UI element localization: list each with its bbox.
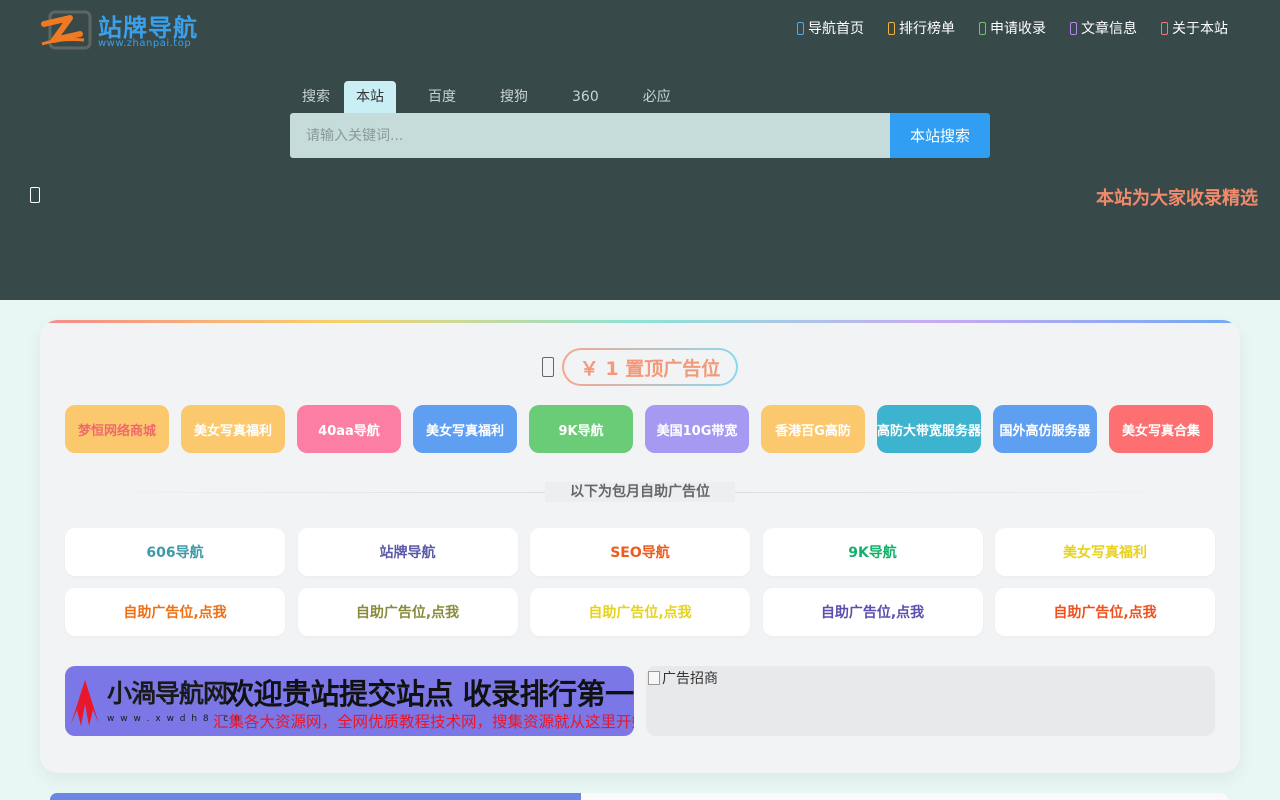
search-tab-0[interactable]: 本站 xyxy=(344,81,396,113)
nav-item-label: 排行榜单 xyxy=(899,21,955,37)
monthly-ad-link[interactable]: SEO导航 xyxy=(530,528,750,576)
monthly-ad-link[interactable]: 美女写真福利 xyxy=(995,528,1215,576)
monthly-ads-title: 以下为包月自助广告位 xyxy=(545,482,735,502)
search-label: 搜索 xyxy=(302,89,330,105)
broken-image-icon xyxy=(648,671,660,685)
nav-item-1[interactable]: 排行榜单 xyxy=(888,18,955,38)
article-icon xyxy=(1070,21,1077,35)
edit-icon xyxy=(979,21,986,35)
search-button[interactable]: 本站搜索 xyxy=(890,113,990,158)
header: 站牌导航 www.zhanpai.top 导航首页 排行榜单 申请收录 文章信息 关于本… xyxy=(0,0,1280,300)
info-icon xyxy=(1161,21,1168,35)
monthly-ad-link[interactable]: 自助广告位,点我 xyxy=(762,588,983,636)
top-ad-tag[interactable]: 美女写真福利 xyxy=(413,405,517,453)
monthly-ad-grid: 606导航 站牌导航 SEO导航 9K导航 美女写真福利 自助广告位,点我 自助广告位,点我… xyxy=(65,528,1215,636)
logo-mark-icon xyxy=(41,10,92,50)
banner-ad-left[interactable]: 小渦导航网 w w w . x w d h 8 . c n 欢迎贵站提交站点 收… xyxy=(65,666,634,736)
nav-item-4[interactable]: 关于本站 xyxy=(1161,18,1228,38)
pinned-ad-button[interactable]: ￥ 1 置顶广告位 xyxy=(562,348,738,386)
search-tab-4[interactable]: 必应 xyxy=(631,81,683,113)
top-ad-tag[interactable]: 美女写真合集 xyxy=(1109,405,1213,453)
nav-item-2[interactable]: 申请收录 xyxy=(979,18,1046,38)
monthly-ad-link[interactable]: 站牌导航 xyxy=(297,528,518,576)
next-section-card xyxy=(50,793,581,800)
nav-item-label: 导航首页 xyxy=(808,21,864,37)
top-ad-tag[interactable]: 国外高仿服务器 xyxy=(993,405,1097,453)
monthly-ad-link[interactable]: 9K导航 xyxy=(762,528,983,576)
top-ad-tag[interactable]: 9K导航 xyxy=(529,405,633,453)
search-tab-3[interactable]: 360 xyxy=(560,81,611,113)
ad-panel: ￥ 1 置顶广告位 梦恒网络商城 美女写真福利 40aa导航 美女写真福利 9K导航 美国… xyxy=(40,320,1240,773)
search-tab-1[interactable]: 百度 xyxy=(416,81,468,113)
search-tabs: 搜索 本站 百度 搜狗 360 必应 xyxy=(290,81,703,113)
panel-accent-line xyxy=(40,320,1240,323)
top-ad-tags: 梦恒网络商城 美女写真福利 40aa导航 美女写真福利 9K导航 美国10G带宽 香港百G高… xyxy=(65,405,1215,453)
site-logo[interactable]: 站牌导航 www.zhanpai.top xyxy=(40,8,210,54)
broken-image-alt: 广告招商 xyxy=(662,671,718,687)
pinned-ad-header: ￥ 1 置顶广告位 xyxy=(40,348,1240,386)
nav-item-3[interactable]: 文章信息 xyxy=(1070,18,1137,38)
top-nav: 导航首页 排行榜单 申请收录 文章信息 关于本站 xyxy=(797,18,1228,38)
nav-item-0[interactable]: 导航首页 xyxy=(797,18,864,38)
banner-headline: 欢迎贵站提交站点 收录排行第一名 xyxy=(225,677,634,711)
monthly-ad-link[interactable]: 自助广告位,点我 xyxy=(995,588,1215,636)
nav-item-label: 文章信息 xyxy=(1081,21,1137,37)
monthly-ad-link[interactable]: 自助广告位,点我 xyxy=(530,588,750,636)
bell-icon xyxy=(30,187,40,203)
banner-subline: 汇集各大资源网，全网优质教程技术网，搜集资源就从这里开始 xyxy=(213,713,634,731)
top-ad-tag[interactable]: 40aa导航 xyxy=(297,405,401,453)
banner-ad-right[interactable]: 广告招商 xyxy=(646,666,1215,736)
next-section-card xyxy=(581,793,876,800)
search-tab-2[interactable]: 搜狗 xyxy=(488,81,540,113)
top-ad-tag[interactable]: 香港百G高防 xyxy=(761,405,865,453)
notice-marquee: 本站为大家收录精选 xyxy=(1096,188,1258,209)
nav-item-label: 关于本站 xyxy=(1172,21,1228,37)
trophy-icon xyxy=(888,21,895,35)
banner-brand: 小渦导航网 xyxy=(107,679,228,708)
monthly-ad-link[interactable]: 自助广告位,点我 xyxy=(297,588,518,636)
search-box: 本站搜索 xyxy=(290,113,990,158)
home-icon xyxy=(797,21,804,35)
search-engine-tabs: 本站 百度 搜狗 360 必应 xyxy=(344,81,703,113)
top-ad-tag[interactable]: 梦恒网络商城 xyxy=(65,405,169,453)
broken-image: 广告招商 xyxy=(648,668,718,688)
wing-logo-icon xyxy=(71,680,99,726)
monthly-ad-link[interactable]: 自助广告位,点我 xyxy=(65,588,285,636)
top-ad-tag[interactable]: 美女写真福利 xyxy=(181,405,285,453)
top-ad-tag[interactable]: 美国10G带宽 xyxy=(645,405,749,453)
logo-domain: www.zhanpai.top xyxy=(98,38,192,49)
next-section-card xyxy=(876,793,1228,800)
pin-icon xyxy=(541,357,554,377)
monthly-ad-link[interactable]: 606导航 xyxy=(65,528,285,576)
search-input[interactable] xyxy=(290,113,890,158)
nav-item-label: 申请收录 xyxy=(990,21,1046,37)
top-ad-tag[interactable]: 高防大带宽服务器 xyxy=(877,405,981,453)
